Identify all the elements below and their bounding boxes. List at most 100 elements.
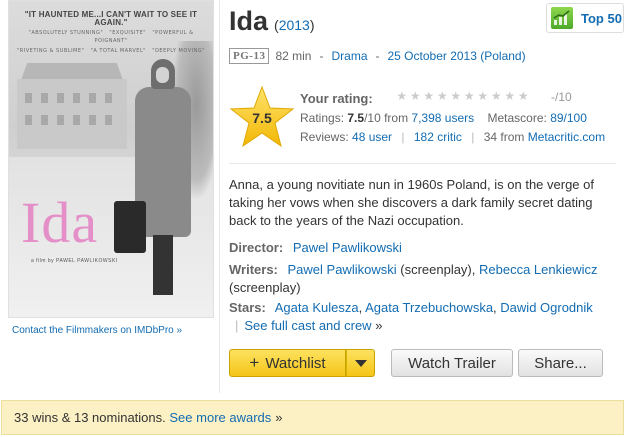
poster-quote-line: "RIVETING & SUBLIME" "A TOTAL MARVEL" "D…	[13, 47, 209, 55]
poster-quote: "RIVETING & SUBLIME"	[16, 48, 85, 54]
your-rating-stars[interactable]: ★ ★ ★ ★ ★ ★ ★ ★ ★ ★	[395, 90, 530, 102]
top50-badge[interactable]: Top 50	[546, 3, 624, 33]
poster-window	[25, 115, 32, 125]
title-year: (2013)	[274, 17, 315, 33]
info-bar: PG-13 82 min - Drama - 25 October 2013 (…	[229, 48, 526, 64]
rating-star-9-icon[interactable]: ★	[503, 90, 517, 102]
poster-window	[57, 93, 64, 103]
top50-label: Top 50	[581, 10, 622, 26]
poster-quote: "DEEPLY MOVING"	[152, 48, 206, 54]
reviews-line: Reviews: 48 user | 182 critic | 34 from …	[300, 130, 605, 144]
poster-window	[41, 115, 48, 125]
poster-nun-figure	[127, 59, 197, 304]
comma: ,	[358, 300, 363, 315]
metascore-link[interactable]: 89/100	[550, 111, 587, 125]
poster-title: Ida	[21, 190, 99, 255]
poster-quote: "A TOTAL MARVEL"	[90, 48, 146, 54]
writer-link[interactable]: Rebecca Lenkiewicz	[479, 262, 598, 277]
plus-icon: +	[249, 353, 260, 372]
poster-quote: "ABSOLUTELY STUNNING"	[28, 30, 104, 36]
watch-trailer-button[interactable]: Watch Trailer	[391, 349, 513, 377]
star-link[interactable]: Dawid Ogrodnik	[500, 300, 593, 315]
rating-star-8-icon[interactable]: ★	[490, 90, 504, 102]
poster-window	[89, 115, 96, 125]
poster-window	[105, 115, 112, 125]
full-cast-link[interactable]: See full cast and crew	[244, 318, 371, 333]
awards-text: 33 wins & 13 nominations.	[14, 410, 166, 425]
year-close-paren: )	[309, 17, 315, 33]
rating-star-value: 7.5	[252, 110, 272, 126]
rating-star-1-icon[interactable]: ★	[395, 90, 409, 102]
plot-description: Anna, a young novitiate nun in 1960s Pol…	[229, 177, 594, 228]
rating-star-5-icon[interactable]: ★	[449, 90, 463, 102]
poster-headline: "IT HAUNTED ME...I CAN'T WAIT TO SEE IT …	[24, 10, 198, 27]
runtime: 82 min	[275, 49, 312, 63]
rating-star-4-icon[interactable]: ★	[436, 90, 450, 102]
poster-nun-face	[156, 67, 169, 83]
poster-column: "IT HAUNTED ME...I CAN'T WAIT TO SEE IT …	[0, 0, 215, 395]
poster-nun-legs	[153, 235, 173, 295]
critic-reviews-link[interactable]: 182 critic	[414, 130, 462, 144]
action-buttons: + Watchlist Watch Trailer Share...	[229, 349, 603, 377]
poster-credit: a film by PAWEL PAWLIKOWSKI	[31, 258, 118, 264]
poster-quote-line: "ABSOLUTELY STUNNING" "EXQUISITE" "POWER…	[13, 29, 209, 45]
poster-window	[73, 93, 80, 103]
release-date-link[interactable]: 25 October 2013 (Poland)	[388, 49, 526, 63]
ratings-line: Ratings: 7.5/10 from 7,398 users Metasco…	[300, 111, 587, 125]
ratings-prefix: Ratings:	[300, 111, 345, 125]
users-rating-link[interactable]: 7,398 users	[411, 111, 474, 125]
metacritic-link[interactable]: Metacritic.com	[528, 130, 605, 144]
page-title: Ida	[229, 6, 269, 36]
rating-area: 7.5 Your rating: ★ ★ ★ ★ ★ ★ ★ ★ ★ ★ -/10 Ratings…	[229, 85, 625, 153]
raquo: »	[275, 410, 283, 425]
your-rating-value: -/10	[551, 90, 572, 104]
director-row: Director: Pawel Pawlikowski	[229, 239, 619, 257]
poster-window	[105, 93, 112, 103]
raquo: »	[375, 318, 383, 333]
year-link[interactable]: 2013	[279, 17, 310, 33]
poster-suitcase	[114, 201, 146, 253]
certificate-badge: PG-13	[229, 48, 270, 64]
director-link[interactable]: Pawel Pawlikowski	[293, 240, 402, 255]
reviews-divider: |	[401, 130, 405, 144]
star-link[interactable]: Agata Kulesza	[275, 300, 359, 315]
reviews-label: Reviews:	[300, 130, 349, 144]
star-link[interactable]: Agata Trzebuchowska	[365, 300, 493, 315]
chart-up-icon	[551, 7, 573, 29]
poster-window	[89, 93, 96, 103]
contact-filmmakers-link[interactable]: Contact the Filmmakers on IMDbPro »	[12, 325, 182, 336]
writer-link[interactable]: Pawel Pawlikowski	[288, 262, 397, 277]
writer-role: (screenplay),	[400, 262, 476, 277]
awards-bar: 33 wins & 13 nominations. See more award…	[1, 400, 624, 435]
poster-quotes: "IT HAUNTED ME...I CAN'T WAIT TO SEE IT …	[9, 1, 213, 55]
poster-window	[57, 115, 64, 125]
your-rating-label: Your rating:	[300, 91, 373, 106]
rating-star-2-icon[interactable]: ★	[409, 90, 423, 102]
poster-window	[25, 93, 32, 103]
watchlist-dropdown-button[interactable]	[346, 349, 375, 377]
rating-star-10-icon[interactable]: ★	[517, 90, 531, 102]
ratings-suffix: /10 from	[364, 111, 409, 125]
poster-window	[73, 115, 80, 125]
info-separator: -	[319, 49, 324, 63]
poster-house	[17, 79, 127, 149]
section-divider	[229, 163, 616, 164]
genre-link[interactable]: Drama	[331, 49, 367, 63]
rating-star-7-icon[interactable]: ★	[476, 90, 490, 102]
rating-star-6-icon[interactable]: ★	[463, 90, 477, 102]
watchlist-label: Watchlist	[265, 354, 326, 372]
user-reviews-link[interactable]: 48 user	[352, 130, 392, 144]
poster-image[interactable]: "IT HAUNTED ME...I CAN'T WAIT TO SEE IT …	[8, 0, 214, 318]
watchlist-button[interactable]: + Watchlist	[229, 349, 346, 377]
rating-star-3-icon[interactable]: ★	[422, 90, 436, 102]
writers-label: Writers:	[229, 262, 278, 277]
share-button[interactable]: Share...	[518, 349, 603, 377]
caret-down-icon	[354, 359, 367, 367]
comma: ,	[493, 300, 497, 315]
writer-role: (screenplay)	[229, 280, 301, 295]
director-label: Director:	[229, 240, 284, 255]
column-divider	[219, 0, 220, 393]
title-row: Ida (2013)	[229, 6, 315, 37]
see-more-awards-link[interactable]: See more awards	[169, 410, 271, 425]
info-separator: -	[375, 49, 380, 63]
